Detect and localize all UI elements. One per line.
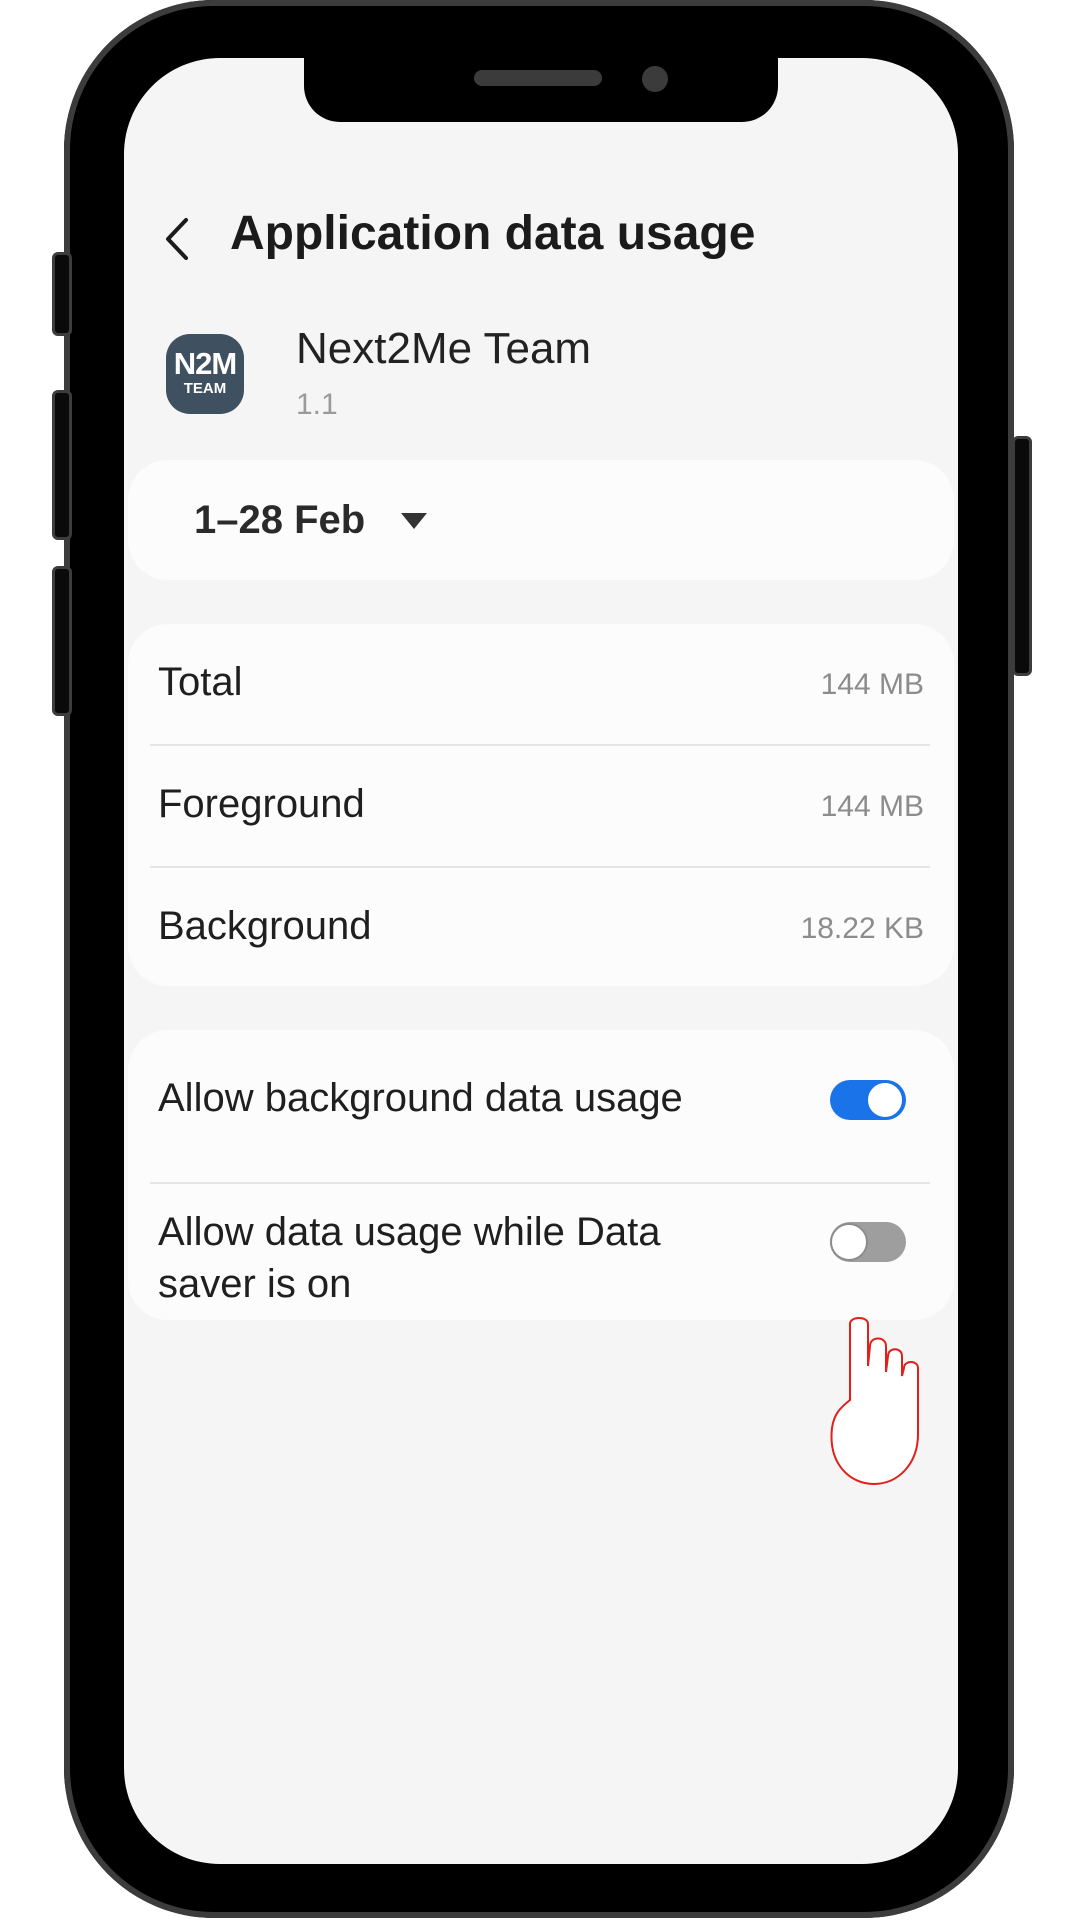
mute-switch	[52, 252, 72, 336]
data-saver-label: Allow data usage while Data saver is on	[158, 1210, 661, 1306]
app-bar: Application data usage	[124, 198, 958, 278]
data-saver-toggle[interactable]	[830, 1222, 906, 1262]
usage-value: 144 MB	[820, 668, 924, 701]
usage-card: Total 144 MB Foreground 144 MB Backgroun…	[128, 624, 954, 986]
page-title: Application data usage	[230, 207, 756, 260]
volume-up-button	[52, 390, 72, 540]
usage-row-foreground: Foreground 144 MB	[128, 746, 954, 866]
app-icon-subtext: TEAM	[183, 380, 227, 397]
app-icon: N2M TEAM	[166, 334, 244, 414]
data-settings-card: Allow background data usage Allow data u…	[128, 1030, 954, 1320]
toggle-knob	[866, 1081, 904, 1119]
usage-label: Foreground	[158, 782, 365, 826]
background-data-toggle[interactable]	[830, 1080, 906, 1120]
home-icon[interactable]	[512, 1858, 572, 1864]
usage-value: 144 MB	[820, 790, 924, 823]
volume-down-button	[52, 566, 72, 716]
date-range-label: 1–28 Feb	[194, 498, 366, 542]
phone-screen: Application data usage N2M TEAM Next2Me …	[124, 58, 958, 1864]
navigation-bar	[124, 1838, 958, 1864]
usage-label: Background	[158, 904, 372, 948]
power-button	[1012, 436, 1032, 676]
app-name: Next2Me Team	[296, 324, 592, 373]
app-icon-text: N2M	[173, 346, 237, 381]
chevron-left-icon[interactable]	[158, 216, 198, 262]
divider	[150, 1182, 930, 1184]
back-icon[interactable]	[750, 1858, 810, 1864]
usage-value: 18.22 KB	[800, 912, 924, 945]
front-camera	[642, 66, 668, 92]
date-range-selector[interactable]: 1–28 Feb	[128, 460, 954, 580]
app-version: 1.1	[296, 388, 338, 421]
background-data-label: Allow background data usage	[158, 1076, 683, 1120]
recents-icon[interactable]	[276, 1858, 336, 1864]
usage-row-background: Background 18.22 KB	[128, 868, 954, 988]
earpiece-speaker	[474, 70, 602, 86]
notch	[304, 58, 778, 122]
toggle-knob	[830, 1223, 868, 1261]
usage-row-total: Total 144 MB	[128, 624, 954, 744]
pointer-hand-icon	[830, 1317, 919, 1486]
caret-down-icon	[401, 513, 427, 529]
usage-label: Total	[158, 660, 243, 704]
